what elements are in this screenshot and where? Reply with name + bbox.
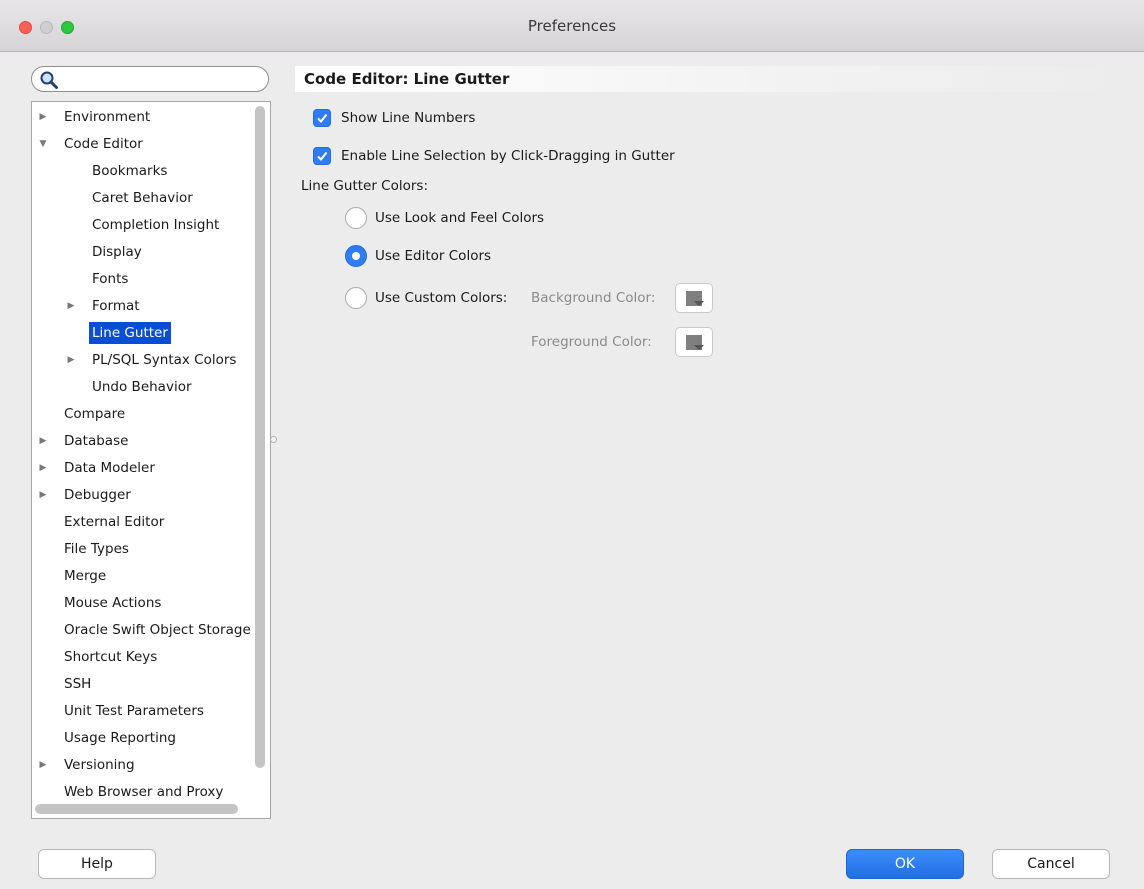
chevron-right-icon[interactable]: ▶: [64, 349, 78, 371]
panel-splitter-handle[interactable]: [270, 436, 277, 443]
enable-line-selection-label: Enable Line Selection by Click-Dragging …: [341, 148, 675, 164]
tree-item-label: Format: [92, 298, 140, 314]
show-line-numbers-checkbox[interactable]: [313, 109, 331, 127]
tree-item-label: Shortcut Keys: [64, 649, 158, 665]
cancel-button[interactable]: Cancel: [992, 849, 1110, 879]
tree-item-label: Code Editor: [64, 136, 143, 152]
show-line-numbers-label: Show Line Numbers: [341, 110, 476, 126]
tree-item[interactable]: SSH: [32, 673, 252, 695]
tree-item[interactable]: ▼ Code Editor: [32, 133, 252, 155]
tree-item[interactable]: Compare: [32, 403, 252, 425]
tree-item[interactable]: Mouse Actions: [32, 592, 252, 614]
background-color-label: Background Color:: [531, 290, 656, 306]
chevron-right-icon[interactable]: ▶: [64, 295, 78, 317]
tree-item[interactable]: ▶ Debugger: [32, 484, 252, 506]
tree-item-label: Database: [64, 433, 129, 449]
radio-look-and-feel-colors[interactable]: [345, 207, 367, 229]
tree-item-label: Environment: [64, 109, 151, 125]
tree-item-label: Merge: [64, 568, 107, 584]
tree-item-label: File Types: [64, 541, 129, 557]
radio-custom-colors[interactable]: [345, 287, 367, 309]
chevron-right-icon[interactable]: ▶: [36, 484, 50, 506]
search-input[interactable]: [31, 66, 269, 92]
tree-item-label: Display: [92, 244, 142, 260]
chevron-right-icon[interactable]: ▶: [36, 754, 50, 776]
tree-item[interactable]: ▶ Versioning: [32, 754, 252, 776]
tree-item-label: PL/SQL Syntax Colors: [92, 352, 237, 368]
tree-item-label: Undo Behavior: [92, 379, 192, 395]
tree-item-label: Data Modeler: [64, 460, 155, 476]
tree-item[interactable]: Caret Behavior: [32, 187, 252, 209]
tree-vertical-scrollbar[interactable]: [255, 106, 265, 768]
tree-item[interactable]: ▶ PL/SQL Syntax Colors: [32, 349, 252, 371]
tree-item-label: Line Gutter: [89, 322, 171, 344]
tree-item[interactable]: Line Gutter: [32, 322, 252, 344]
window-title: Preferences: [527, 17, 617, 35]
tree-item-label: Debugger: [64, 487, 131, 503]
chevron-right-icon[interactable]: ▶: [36, 106, 50, 128]
foreground-color-label: Foreground Color:: [531, 334, 652, 350]
help-button[interactable]: Help: [38, 849, 156, 879]
page-title: Code Editor: Line Gutter: [295, 66, 1135, 92]
tree-item[interactable]: Display: [32, 241, 252, 263]
tree-item[interactable]: Oracle Swift Object Storage: [32, 619, 252, 641]
tree-item-label: Unit Test Parameters: [64, 703, 204, 719]
tree-item[interactable]: ▶ Data Modeler: [32, 457, 252, 479]
preferences-tree[interactable]: ▶ Environment ▼ Code Editor Bookmarks Caret B…: [31, 101, 271, 819]
tree-item-label: Compare: [64, 406, 126, 422]
ok-button[interactable]: OK: [846, 849, 964, 879]
radio-look-and-feel-label: Use Look and Feel Colors: [375, 210, 545, 226]
tree-item[interactable]: External Editor: [32, 511, 252, 533]
radio-editor-colors-label: Use Editor Colors: [375, 248, 492, 264]
tree-item[interactable]: Unit Test Parameters: [32, 700, 252, 722]
tree-item[interactable]: Web Browser and Proxy: [32, 781, 252, 803]
tree-item-label: Mouse Actions: [64, 595, 162, 611]
tree-item-label: External Editor: [64, 514, 165, 530]
chevron-right-icon[interactable]: ▶: [36, 457, 50, 479]
line-gutter-colors-label: Line Gutter Colors:: [301, 178, 429, 194]
tree-item-label: Completion Insight: [92, 217, 220, 233]
tree-item[interactable]: Usage Reporting: [32, 727, 252, 749]
background-color-button[interactable]: [675, 283, 713, 313]
tree-item-label: Fonts: [92, 271, 129, 287]
foreground-color-button[interactable]: [675, 327, 713, 357]
tree-item[interactable]: Bookmarks: [32, 160, 252, 182]
tree-item[interactable]: Merge: [32, 565, 252, 587]
tree-item[interactable]: File Types: [32, 538, 252, 560]
tree-item-label: Bookmarks: [92, 163, 168, 179]
tree-item[interactable]: Fonts: [32, 268, 252, 290]
tree-item[interactable]: ▶ Environment: [32, 106, 252, 128]
tree-item[interactable]: ▶ Format: [32, 295, 252, 317]
title-bar: Preferences: [0, 0, 1144, 52]
enable-line-selection-checkbox[interactable]: [313, 147, 331, 165]
chevron-down-icon[interactable]: ▼: [36, 133, 50, 155]
tree-item-label: Web Browser and Proxy: [64, 784, 224, 800]
search-icon: [39, 70, 59, 90]
radio-custom-colors-label: Use Custom Colors:: [375, 290, 508, 306]
tree-item[interactable]: Undo Behavior: [32, 376, 252, 398]
tree-item[interactable]: Completion Insight: [32, 214, 252, 236]
tree-item[interactable]: ▶ Database: [32, 430, 252, 452]
tree-item-label: Usage Reporting: [64, 730, 176, 746]
tree-item[interactable]: Shortcut Keys: [32, 646, 252, 668]
tree-item-label: SSH: [64, 676, 92, 692]
tree-item-label: Caret Behavior: [92, 190, 193, 206]
tree-item-label: Oracle Swift Object Storage: [64, 622, 251, 638]
tree-item-label: Versioning: [64, 757, 135, 773]
radio-editor-colors[interactable]: [345, 245, 367, 267]
tree-horizontal-scrollbar[interactable]: [35, 804, 238, 814]
chevron-right-icon[interactable]: ▶: [36, 430, 50, 452]
